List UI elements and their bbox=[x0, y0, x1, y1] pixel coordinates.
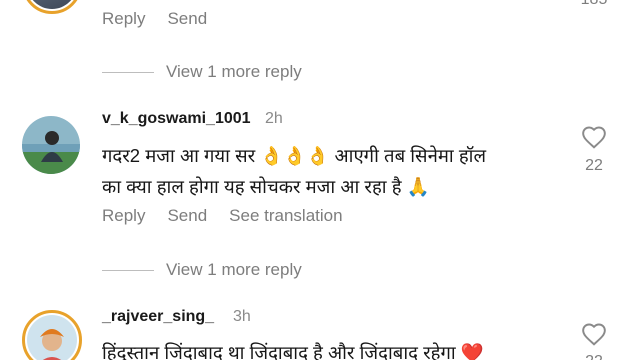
comment-username[interactable]: v_k_goswami_1001 bbox=[102, 110, 251, 128]
like-count: 22 bbox=[574, 353, 614, 360]
divider-line bbox=[102, 71, 154, 73]
view-more-label: View 1 more reply bbox=[166, 62, 302, 81]
top-like-count: 185 bbox=[574, 0, 614, 9]
comments-screen: Reply Send 185 View 1 more reply v_k_gos… bbox=[0, 0, 640, 360]
send-button[interactable]: Send bbox=[167, 206, 207, 226]
like-count: 22 bbox=[585, 157, 603, 174]
view-more-replies[interactable]: View 1 more reply bbox=[102, 62, 302, 82]
view-more-replies[interactable]: View 1 more reply bbox=[102, 260, 302, 280]
comment-text: गदर2 मजा आ गया सर 👌👌👌 आएगी तब सिनेमा हॉल… bbox=[102, 140, 572, 202]
send-button[interactable]: Send bbox=[167, 9, 207, 29]
comment-text: हिंदुस्तान जिंदाबाद था जिंदाबाद है और जि… bbox=[102, 337, 572, 360]
avatar-top[interactable] bbox=[22, 0, 82, 14]
comment-text-line-2: का क्या हाल होगा यह सोचकर मजा आ रहा है 🙏 bbox=[102, 176, 430, 197]
comment-username[interactable]: _rajveer_sing_ bbox=[102, 308, 214, 326]
heart-icon[interactable] bbox=[580, 125, 608, 149]
avatar-v-k-goswami[interactable] bbox=[22, 116, 80, 174]
avatar-rajveer-sing[interactable] bbox=[22, 310, 82, 360]
avatar-photo-icon bbox=[27, 315, 77, 360]
reply-button[interactable]: Reply bbox=[102, 9, 145, 29]
comment-actions: Reply Send See translation bbox=[102, 206, 343, 226]
comment-time: 3h bbox=[233, 308, 251, 325]
comment-text-line-1: हिंदुस्तान जिंदाबाद था जिंदाबाद है और जि… bbox=[102, 342, 484, 360]
heart-icon[interactable] bbox=[580, 322, 608, 346]
reply-button[interactable]: Reply bbox=[102, 206, 145, 226]
top-comment-actions: Reply Send bbox=[102, 9, 207, 29]
see-translation-button[interactable]: See translation bbox=[229, 206, 342, 226]
divider-line bbox=[102, 269, 154, 271]
avatar-image bbox=[27, 0, 77, 9]
avatar-photo-icon bbox=[22, 116, 80, 174]
comment-time: 2h bbox=[265, 110, 283, 127]
comment-text-line-1: गदर2 मजा आ गया सर 👌👌👌 आएगी तब सिनेमा हॉल bbox=[102, 145, 486, 166]
view-more-label: View 1 more reply bbox=[166, 260, 302, 279]
